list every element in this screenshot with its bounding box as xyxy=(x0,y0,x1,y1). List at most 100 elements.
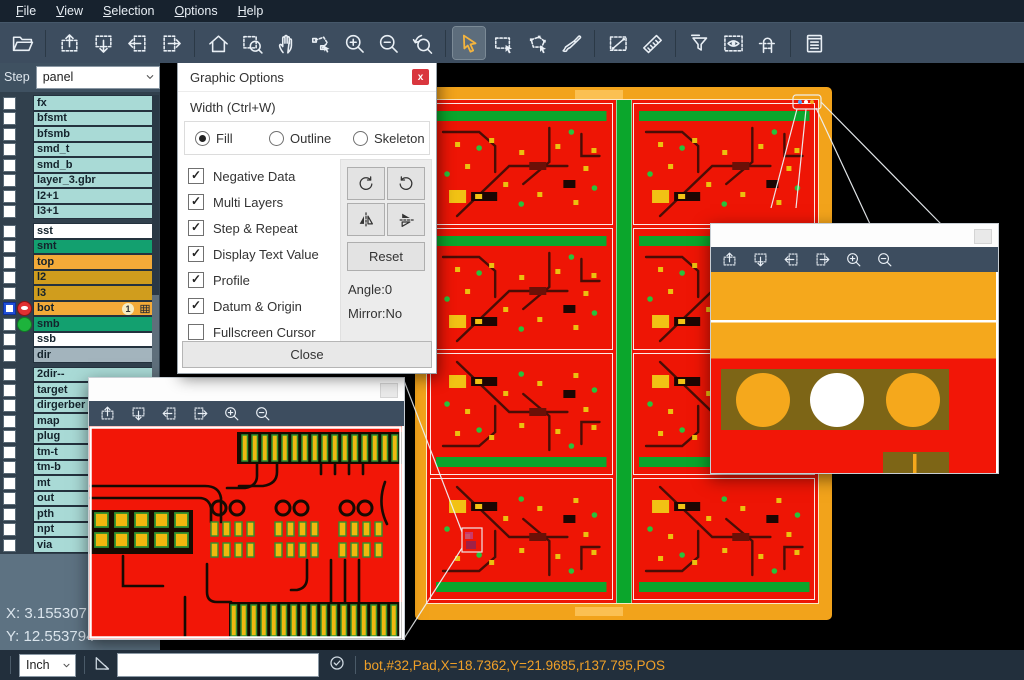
layer-row-l2+1[interactable]: l2+1 xyxy=(0,188,160,204)
popup-tool-pan-left[interactable] xyxy=(159,404,179,424)
layer-checkbox[interactable] xyxy=(3,492,16,505)
board-cell[interactable] xyxy=(633,478,816,600)
menu-help[interactable]: Help xyxy=(228,2,274,20)
layer-checkbox[interactable] xyxy=(3,318,16,331)
popup-zoom-view[interactable] xyxy=(711,272,996,473)
rotate-ccw-button[interactable] xyxy=(387,167,425,200)
menu-options[interactable]: Options xyxy=(164,2,227,20)
popup-zoom-view[interactable] xyxy=(89,426,402,639)
tool-home[interactable] xyxy=(202,27,234,59)
layer-name[interactable]: smd_t xyxy=(33,142,155,158)
command-input[interactable] xyxy=(117,653,319,677)
layer-checkbox[interactable] xyxy=(3,446,16,459)
layer-row-bfsmt[interactable]: bfsmt xyxy=(0,111,160,127)
layer-checkbox[interactable] xyxy=(3,97,16,110)
layer-active-indicator[interactable] xyxy=(17,317,32,332)
layer-row-smb[interactable]: smb xyxy=(0,316,160,332)
layer-row-smt[interactable]: smt xyxy=(0,239,160,255)
layer-row-l2[interactable]: l2 xyxy=(0,270,160,286)
tool-select-poly[interactable] xyxy=(521,27,553,59)
layer-checkbox[interactable] xyxy=(3,225,16,238)
board-cell[interactable] xyxy=(430,228,613,350)
popup-tool-zoom-in[interactable] xyxy=(221,404,241,424)
layer-name[interactable]: fx xyxy=(33,95,155,111)
layer-checkbox[interactable] xyxy=(3,128,16,141)
menu-view[interactable]: View xyxy=(46,2,93,20)
layer-name[interactable]: dir xyxy=(33,347,155,363)
layer-checkbox[interactable] xyxy=(3,302,16,315)
check-profile[interactable]: ✓Profile xyxy=(188,267,319,293)
layer-checkbox[interactable] xyxy=(3,240,16,253)
popup-tool-pan-down[interactable] xyxy=(750,250,770,270)
layer-checkbox[interactable] xyxy=(3,399,16,412)
layer-checkbox[interactable] xyxy=(3,143,16,156)
tool-ruler[interactable] xyxy=(636,27,668,59)
layer-row-fx[interactable]: fx xyxy=(0,95,160,111)
check-multi-layers[interactable]: ✓Multi Layers xyxy=(188,189,319,215)
tool-open-folder[interactable] xyxy=(6,27,38,59)
tool-pan-hand[interactable] xyxy=(270,27,302,59)
check-step-repeat[interactable]: ✓Step & Repeat xyxy=(188,215,319,241)
layer-row-l3+1[interactable]: l3+1 xyxy=(0,204,160,220)
popup-tool-zoom-out[interactable] xyxy=(252,404,272,424)
rotate-cw-button[interactable] xyxy=(347,167,385,200)
layer-row-bfsmb[interactable]: bfsmb xyxy=(0,126,160,142)
popup-title-bar[interactable] xyxy=(89,378,404,401)
layer-active-indicator[interactable] xyxy=(17,301,32,316)
tool-pan-right[interactable] xyxy=(155,27,187,59)
layer-checkbox[interactable] xyxy=(3,477,16,490)
layer-row-smd_b[interactable]: smd_b xyxy=(0,157,160,173)
layer-name[interactable]: l2+1 xyxy=(33,188,155,204)
dialog-title-bar[interactable]: Graphic Options x xyxy=(178,63,436,92)
scrollbar-thumb[interactable] xyxy=(152,295,159,385)
layer-row-sst[interactable]: sst xyxy=(0,223,160,239)
layer-name[interactable]: ssb xyxy=(33,332,155,348)
layer-checkbox[interactable] xyxy=(3,430,16,443)
layer-row-smd_t[interactable]: smd_t xyxy=(0,142,160,158)
layer-checkbox[interactable] xyxy=(3,256,16,269)
layer-checkbox[interactable] xyxy=(3,368,16,381)
layer-checkbox[interactable] xyxy=(3,112,16,125)
layer-checkbox[interactable] xyxy=(3,508,16,521)
layer-checkbox[interactable] xyxy=(3,333,16,346)
layer-name[interactable]: sst xyxy=(33,223,155,239)
tool-brush[interactable] xyxy=(555,27,587,59)
tool-filter[interactable] xyxy=(683,27,715,59)
layer-row-top[interactable]: top xyxy=(0,254,160,270)
layer-checkbox[interactable] xyxy=(3,174,16,187)
popup-tool-pan-right[interactable] xyxy=(190,404,210,424)
layer-checkbox[interactable] xyxy=(3,461,16,474)
check-datum-origin[interactable]: ✓Datum & Origin xyxy=(188,293,319,319)
layer-checkbox[interactable] xyxy=(3,190,16,203)
unit-select[interactable]: Inch xyxy=(19,654,76,677)
step-select[interactable]: panel xyxy=(36,66,160,89)
tool-snap[interactable] xyxy=(751,27,783,59)
sync-icon[interactable] xyxy=(327,653,347,678)
layer-name[interactable]: l3 xyxy=(33,285,155,301)
tool-select-rect[interactable] xyxy=(487,27,519,59)
radio-skeleton[interactable]: Skeleton xyxy=(353,131,425,146)
dialog-close-button[interactable]: x xyxy=(412,69,429,85)
layer-checkbox[interactable] xyxy=(3,415,16,428)
tool-zoom-previous[interactable] xyxy=(406,27,438,59)
close-button[interactable]: Close xyxy=(182,341,432,368)
layer-row-layer_3.gbr[interactable]: layer_3.gbr xyxy=(0,173,160,189)
layer-checkbox[interactable] xyxy=(3,384,16,397)
board-cell[interactable] xyxy=(430,478,613,600)
layer-row-l3[interactable]: l3 xyxy=(0,285,160,301)
popup-tool-pan-left[interactable] xyxy=(781,250,801,270)
layer-row-dir[interactable]: dir xyxy=(0,347,160,363)
layer-row-ssb[interactable]: ssb xyxy=(0,332,160,348)
popup-tool-zoom-in[interactable] xyxy=(843,250,863,270)
tool-zoom-window[interactable] xyxy=(236,27,268,59)
tool-zoom-out[interactable] xyxy=(372,27,404,59)
check-negative-data[interactable]: ✓Negative Data xyxy=(188,163,319,189)
layer-checkbox[interactable] xyxy=(3,205,16,218)
layer-name[interactable]: smd_b xyxy=(33,157,155,173)
layer-name[interactable]: smb xyxy=(33,316,155,332)
layer-name[interactable]: bfsmt xyxy=(33,111,155,127)
tool-layer-form[interactable] xyxy=(798,27,830,59)
popup-tool-pan-down[interactable] xyxy=(128,404,148,424)
radio-fill[interactable]: Fill xyxy=(195,131,269,146)
popup-title-bar[interactable] xyxy=(711,224,998,247)
